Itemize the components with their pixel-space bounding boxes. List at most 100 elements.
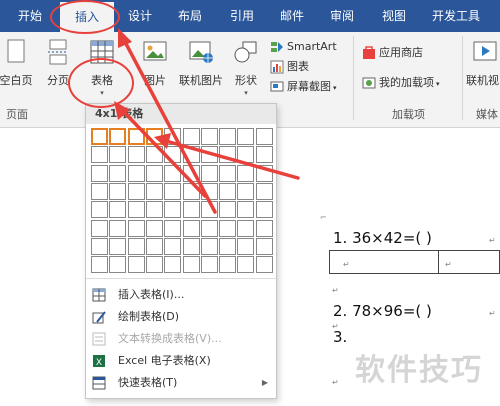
table-grid-cell[interactable] <box>182 128 200 145</box>
table-grid-cell[interactable] <box>91 256 108 274</box>
smartart-button[interactable]: SmartArt <box>270 38 337 56</box>
blank-page-button[interactable]: 空白页 <box>0 38 38 88</box>
table-grid-cell[interactable] <box>219 219 237 237</box>
table-grid-cell[interactable] <box>182 182 200 200</box>
table-grid-cell[interactable] <box>127 128 145 145</box>
table-grid-cell[interactable] <box>255 128 273 145</box>
table-grid-cell[interactable] <box>164 237 182 255</box>
my-addins-button[interactable]: 我的加载项 ▾ <box>362 74 440 92</box>
table-grid-cell[interactable] <box>109 128 127 145</box>
table-grid-cell[interactable] <box>182 237 200 255</box>
table-grid-cell[interactable] <box>164 164 182 182</box>
table-grid-cell[interactable] <box>255 256 273 274</box>
tab-layout[interactable]: 布局 <box>170 0 210 32</box>
table-grid-cell[interactable] <box>237 182 255 200</box>
table-grid-cell[interactable] <box>91 219 108 237</box>
tab-mailings[interactable]: 邮件 <box>272 0 312 32</box>
table-grid-cell[interactable] <box>219 146 237 164</box>
table-grid-cell[interactable] <box>164 219 182 237</box>
shapes-button[interactable]: 形状 ▾ <box>228 38 264 97</box>
table-grid-cell[interactable] <box>182 164 200 182</box>
menu-draw-table[interactable]: 绘制表格(D) <box>86 306 276 328</box>
table-grid-cell[interactable] <box>200 201 218 219</box>
tab-design[interactable]: 设计 <box>120 0 160 32</box>
table-grid-cell[interactable] <box>109 219 127 237</box>
table-grid-cell[interactable] <box>255 219 273 237</box>
tab-view[interactable]: 视图 <box>374 0 414 32</box>
table-grid-cell[interactable] <box>219 164 237 182</box>
table-grid-cell[interactable] <box>219 201 237 219</box>
document-table[interactable] <box>329 250 500 274</box>
table-grid-cell[interactable] <box>145 182 163 200</box>
online-video-button[interactable]: 联机视 <box>466 38 500 88</box>
table-grid-cell[interactable] <box>200 164 218 182</box>
table-grid-cell[interactable] <box>164 201 182 219</box>
table-grid-cell[interactable] <box>127 219 145 237</box>
table-grid-cell[interactable] <box>164 182 182 200</box>
table-grid-cell[interactable] <box>127 182 145 200</box>
table-grid-cell[interactable] <box>127 164 145 182</box>
table-grid-cell[interactable] <box>109 182 127 200</box>
table-grid-cell[interactable] <box>109 201 127 219</box>
table-grid-cell[interactable] <box>219 128 237 145</box>
table-grid-cell[interactable] <box>200 146 218 164</box>
table-grid-cell[interactable] <box>127 201 145 219</box>
table-grid-cell[interactable] <box>91 201 108 219</box>
table-grid-cell[interactable] <box>255 182 273 200</box>
table-grid-cell[interactable] <box>255 237 273 255</box>
table-grid-cell[interactable] <box>145 219 163 237</box>
table-grid-cell[interactable] <box>255 201 273 219</box>
table-grid-cell[interactable] <box>109 237 127 255</box>
table-grid-cell[interactable] <box>237 201 255 219</box>
table-grid-cell[interactable] <box>164 256 182 274</box>
table-grid-cell[interactable] <box>200 256 218 274</box>
table-grid-cell[interactable] <box>255 164 273 182</box>
app-store-button[interactable]: 应用商店 <box>362 44 423 62</box>
menu-quick-tables[interactable]: 快速表格(T) ▶ <box>86 372 276 394</box>
table-grid-cell[interactable] <box>91 237 108 255</box>
table-grid-cell[interactable] <box>145 128 163 145</box>
table-grid-cell[interactable] <box>255 146 273 164</box>
table-grid-cell[interactable] <box>200 219 218 237</box>
table-grid-cell[interactable] <box>127 237 145 255</box>
screenshot-button[interactable]: 屏幕截图 ▾ <box>270 78 337 96</box>
menu-insert-table[interactable]: 插入表格(I)... <box>86 284 276 306</box>
table-grid-cell[interactable] <box>237 219 255 237</box>
table-grid-cell[interactable] <box>109 256 127 274</box>
table-grid-cell[interactable] <box>200 237 218 255</box>
table-grid-cell[interactable] <box>109 164 127 182</box>
table-grid-cell[interactable] <box>145 146 163 164</box>
table-grid-cell[interactable] <box>219 182 237 200</box>
menu-excel-spreadsheet[interactable]: X Excel 电子表格(X) <box>86 350 276 372</box>
table-grid-cell[interactable] <box>219 237 237 255</box>
table-grid-cell[interactable] <box>200 128 218 145</box>
picture-button[interactable]: 图片 <box>140 38 170 88</box>
table-grid-cell[interactable] <box>127 146 145 164</box>
tab-references[interactable]: 引用 <box>222 0 262 32</box>
table-grid-cell[interactable] <box>237 164 255 182</box>
table-grid-cell[interactable] <box>219 256 237 274</box>
table-grid-cell[interactable] <box>182 219 200 237</box>
table-grid-cell[interactable] <box>91 128 108 145</box>
online-picture-button[interactable]: 联机图片 <box>176 38 226 88</box>
table-grid-cell[interactable] <box>145 256 163 274</box>
tab-review[interactable]: 审阅 <box>322 0 362 32</box>
tab-home[interactable]: 开始 <box>10 0 50 32</box>
table-grid-cell[interactable] <box>145 201 163 219</box>
table-grid-cell[interactable] <box>182 146 200 164</box>
table-grid-cell[interactable] <box>237 128 255 145</box>
table-grid-cell[interactable] <box>182 256 200 274</box>
table-grid-cell[interactable] <box>164 146 182 164</box>
table-grid-cell[interactable] <box>145 237 163 255</box>
table-grid-cell[interactable] <box>91 146 108 164</box>
tab-developer[interactable]: 开发工具 <box>425 0 487 32</box>
table-grid-cell[interactable] <box>237 256 255 274</box>
chart-button[interactable]: 图表 <box>270 58 309 76</box>
table-grid-cell[interactable] <box>91 164 108 182</box>
table-grid-cell[interactable] <box>237 237 255 255</box>
table-grid-cell[interactable] <box>200 182 218 200</box>
table-grid-cell[interactable] <box>237 146 255 164</box>
table-grid-cell[interactable] <box>182 201 200 219</box>
table-grid-cell[interactable] <box>164 128 182 145</box>
table-grid-cell[interactable] <box>109 146 127 164</box>
